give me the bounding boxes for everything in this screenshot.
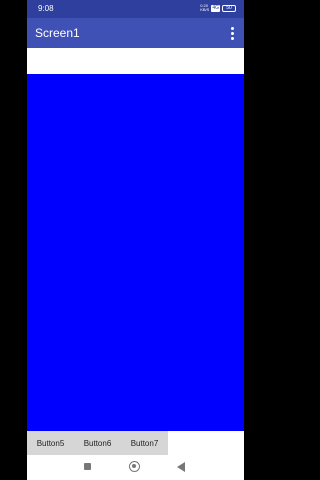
status-time: 9:08 — [38, 4, 54, 13]
button7[interactable]: Button7 — [121, 431, 168, 455]
battery-icon: 50 — [222, 4, 236, 12]
button5[interactable]: Button5 — [27, 431, 74, 455]
status-icons: 0.20 KB/S 4G 50 — [200, 4, 236, 12]
button-row: Button5 Button6 Button7 — [27, 431, 168, 455]
app-bar: Screen1 — [27, 18, 244, 48]
square-icon[interactable] — [84, 463, 91, 470]
button-row-fill — [168, 431, 244, 455]
button6[interactable]: Button6 — [74, 431, 121, 455]
white-strip — [27, 48, 244, 74]
system-nav-bar — [27, 455, 244, 480]
blue-canvas — [27, 74, 244, 431]
phone-screen: 9:08 0.20 KB/S 4G 50 Screen1 Button5 But… — [27, 0, 244, 480]
network-badge: 4G — [211, 4, 220, 12]
status-bar: 9:08 0.20 KB/S 4G 50 — [27, 0, 244, 18]
page-title: Screen1 — [35, 26, 80, 40]
net-speed-unit: KB/S — [200, 7, 210, 12]
circle-icon[interactable] — [129, 461, 140, 472]
triangle-back-icon[interactable] — [177, 462, 185, 472]
net-speed: 0.20 KB/S — [200, 4, 209, 12]
more-vert-icon[interactable] — [224, 24, 240, 42]
